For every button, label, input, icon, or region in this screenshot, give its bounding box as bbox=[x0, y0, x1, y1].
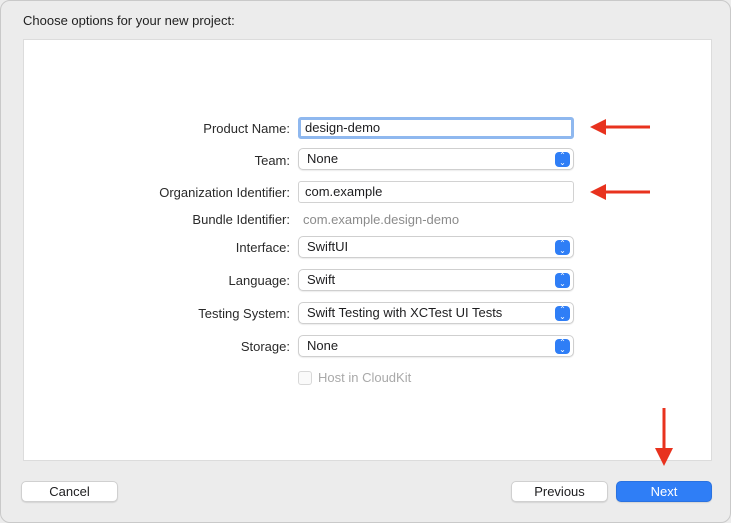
chevron-updown-icon: ⌃ ⌄ bbox=[555, 306, 570, 321]
annotation-arrow-down-icon bbox=[655, 408, 673, 466]
testing-system-value: Swift Testing with XCTest UI Tests bbox=[307, 305, 503, 320]
host-in-cloudkit-option: Host in CloudKit bbox=[298, 370, 411, 385]
interface-value: SwiftUI bbox=[307, 239, 349, 254]
chevron-updown-icon: ⌃ ⌄ bbox=[555, 240, 570, 255]
annotation-arrow-left-icon bbox=[590, 119, 650, 135]
chevron-updown-icon: ⌃ ⌄ bbox=[555, 152, 570, 167]
team-popup[interactable]: None ⌃ ⌄ bbox=[298, 148, 574, 170]
bundle-identifier-label: Bundle Identifier: bbox=[192, 212, 290, 227]
team-value: None bbox=[307, 151, 339, 166]
testing-system-popup[interactable]: Swift Testing with XCTest UI Tests ⌃ ⌄ bbox=[298, 302, 574, 324]
product-name-label: Product Name: bbox=[203, 121, 290, 136]
previous-button[interactable]: Previous bbox=[511, 481, 608, 502]
team-label: Team: bbox=[254, 153, 290, 168]
new-project-dialog: Choose options for your new project: bbox=[0, 0, 731, 523]
testing-system-label: Testing System: bbox=[198, 306, 290, 321]
annotation-arrow-left-icon bbox=[590, 184, 650, 200]
organization-identifier-field[interactable]: com.example bbox=[298, 181, 574, 203]
next-button[interactable]: Next bbox=[616, 481, 712, 502]
chevron-updown-icon: ⌃ ⌄ bbox=[555, 273, 570, 288]
organization-identifier-label: Organization Identifier: bbox=[159, 185, 290, 200]
language-value: Swift bbox=[307, 272, 336, 287]
storage-popup[interactable]: None ⌃ ⌄ bbox=[298, 335, 574, 357]
language-popup[interactable]: Swift ⌃ ⌄ bbox=[298, 269, 574, 291]
interface-label: Interface: bbox=[235, 240, 290, 255]
product-name-field[interactable]: design-demo bbox=[298, 117, 574, 139]
interface-popup[interactable]: SwiftUI ⌃ ⌄ bbox=[298, 236, 574, 258]
storage-value: None bbox=[307, 338, 339, 353]
host-in-cloudkit-label: Host in CloudKit bbox=[318, 370, 412, 385]
chevron-updown-icon: ⌃ ⌄ bbox=[555, 339, 570, 354]
bundle-identifier-value: com.example.design-demo bbox=[303, 212, 460, 227]
cancel-button[interactable]: Cancel bbox=[21, 481, 118, 502]
host-in-cloudkit-checkbox bbox=[298, 370, 312, 385]
language-label: Language: bbox=[228, 273, 290, 288]
storage-label: Storage: bbox=[240, 339, 290, 354]
dialog-title: Choose options for your new project: bbox=[23, 13, 235, 28]
